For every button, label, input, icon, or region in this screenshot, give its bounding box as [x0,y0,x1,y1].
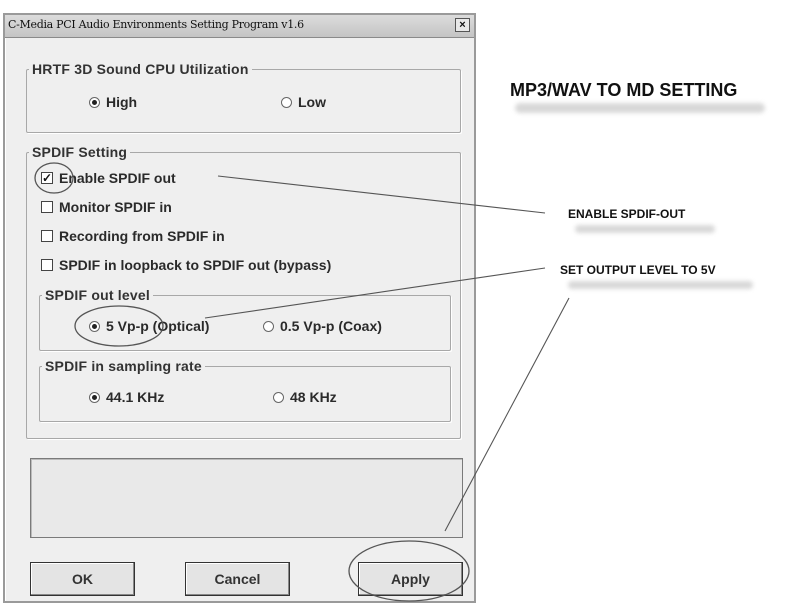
monitor-spdif-in-label: Monitor SPDIF in [59,199,172,215]
enable-shadow-bar [575,225,715,233]
checkbox-empty-icon [41,230,53,242]
recording-spdif-in-label: Recording from SPDIF in [59,228,225,244]
monitor-spdif-in-checkbox[interactable]: Monitor SPDIF in [41,199,172,215]
heading-shadow-bar [515,103,765,113]
checkmark-icon: ✓ [41,171,53,185]
info-panel [30,458,463,538]
spdif-legend: SPDIF Setting [32,144,128,160]
spdif-loopback-checkbox[interactable]: SPDIF in loopback to SPDIF out (bypass) [41,257,331,273]
title-bar[interactable]: C-Media PCI Audio Environments Setting P… [5,15,474,38]
radio-unselected-icon [263,320,274,332]
rate-44-radio[interactable]: 44.1 KHz [89,389,164,405]
hrtf-high-radio[interactable]: High [89,94,137,110]
cancel-button[interactable]: Cancel [185,562,290,596]
annotation-heading: MP3/WAV TO MD SETTING [510,80,738,100]
hrtf-low-label: Low [298,94,326,110]
hrtf-low-radio[interactable]: Low [281,94,326,110]
apply-button[interactable]: Apply [358,562,463,596]
rate-44-label: 44.1 KHz [106,389,165,405]
checkbox-empty-icon [41,259,53,271]
radio-unselected-icon [273,391,284,403]
ok-button[interactable]: OK [30,562,135,596]
window-title: C-Media PCI Audio Environments Setting P… [8,18,304,31]
checkbox-empty-icon [41,201,53,213]
radio-unselected-icon [281,96,292,108]
level-5v-label: 5 Vp-p (Optical) [106,318,210,334]
level-shadow-bar [568,281,753,289]
heading-shadow [520,104,524,121]
spdif-sampling-legend: SPDIF in sampling rate [45,358,202,374]
rate-48-radio[interactable]: 48 KHz [273,389,337,405]
level-5v-radio[interactable]: 5 Vp-p (Optical) [89,318,209,334]
annotation-output-level: SET OUTPUT LEVEL TO 5V [560,263,716,277]
level-0.5v-label: 0.5 Vp-p (Coax) [280,318,382,334]
recording-spdif-in-checkbox[interactable]: Recording from SPDIF in [41,228,225,244]
enable-spdif-out-label: Enable SPDIF out [59,170,176,186]
hrtf-legend: HRTF 3D Sound CPU Utilization [32,61,249,77]
hrtf-high-label: High [106,94,138,110]
radio-selected-icon [89,96,100,108]
rate-48-label: 48 KHz [290,389,337,405]
enable-spdif-out-checkbox[interactable]: ✓ Enable SPDIF out [41,170,176,186]
spdif-out-level-legend: SPDIF out level [45,287,150,303]
radio-selected-icon [89,320,100,332]
level-0.5v-radio[interactable]: 0.5 Vp-p (Coax) [263,318,382,334]
spdif-loopback-label: SPDIF in loopback to SPDIF out (bypass) [59,257,332,273]
close-button[interactable]: × [455,18,470,32]
settings-dialog: C-Media PCI Audio Environments Setting P… [3,13,476,603]
annotation-enable-spdif: ENABLE SPDIF-OUT [568,207,686,221]
radio-selected-icon [89,391,100,403]
